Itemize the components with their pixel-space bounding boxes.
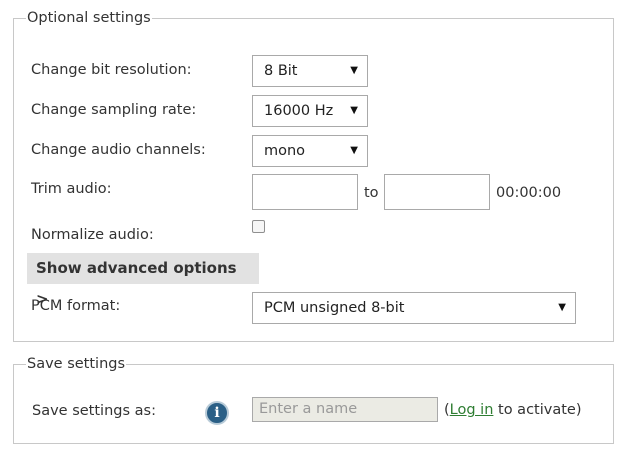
audio-channels-value: mono bbox=[264, 143, 306, 159]
login-hint: (Log in to activate) bbox=[444, 402, 581, 418]
triangle-down-icon: ▼ bbox=[350, 145, 358, 156]
trim-audio-label: Trim audio: bbox=[31, 181, 112, 197]
pcm-format-label: PCM format: bbox=[31, 298, 121, 314]
trim-start-input[interactable] bbox=[252, 174, 358, 210]
triangle-down-icon: ▼ bbox=[558, 302, 566, 313]
save-name-input[interactable]: Enter a name bbox=[252, 397, 438, 422]
triangle-down-icon: ▼ bbox=[350, 105, 358, 116]
optional-settings-legend: Optional settings bbox=[27, 10, 151, 26]
show-advanced-options-button[interactable]: Show advanced options > bbox=[27, 253, 259, 308]
save-settings-legend: Save settings bbox=[27, 356, 126, 372]
sampling-rate-value: 16000 Hz bbox=[264, 103, 334, 119]
normalize-audio-checkbox[interactable] bbox=[252, 220, 265, 233]
pcm-format-select[interactable]: PCM unsigned 8-bit ▼ bbox=[252, 292, 576, 324]
bit-resolution-label: Change bit resolution: bbox=[31, 62, 192, 78]
sampling-rate-label: Change sampling rate: bbox=[31, 102, 197, 118]
login-hint-suffix: to activate) bbox=[493, 402, 582, 418]
save-settings-label: Save settings as: bbox=[32, 403, 156, 419]
trim-duration: 00:00:00 bbox=[496, 185, 562, 201]
triangle-down-icon: ▼ bbox=[350, 65, 358, 76]
sampling-rate-select[interactable]: 16000 Hz ▼ bbox=[252, 95, 368, 127]
bit-resolution-value: 8 Bit bbox=[264, 63, 298, 79]
info-icon[interactable]: i bbox=[205, 401, 229, 425]
login-link[interactable]: Log in bbox=[450, 402, 494, 418]
trim-to-label: to bbox=[364, 185, 379, 201]
bit-resolution-select[interactable]: 8 Bit ▼ bbox=[252, 55, 368, 87]
pcm-format-value: PCM unsigned 8-bit bbox=[264, 300, 405, 316]
audio-channels-select[interactable]: mono ▼ bbox=[252, 135, 368, 167]
audio-channels-label: Change audio channels: bbox=[31, 142, 206, 158]
normalize-audio-label: Normalize audio: bbox=[31, 227, 154, 243]
trim-end-input[interactable] bbox=[384, 174, 490, 210]
